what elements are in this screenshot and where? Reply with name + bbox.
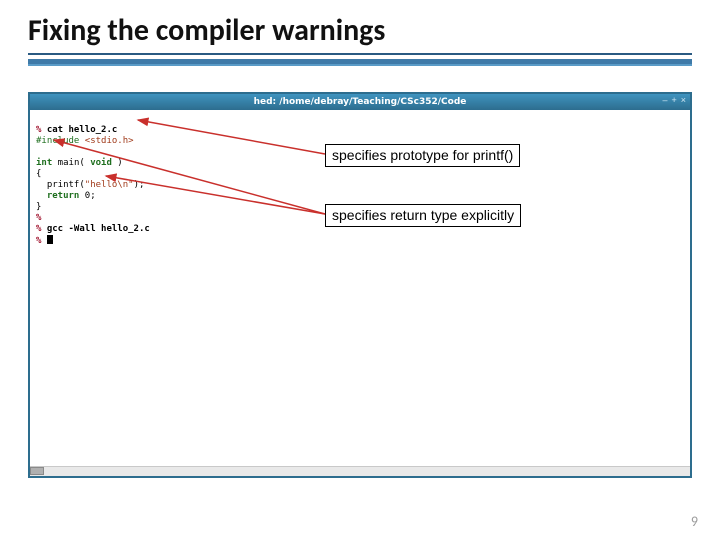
window-title: hed: /home/debray/Teaching/CSc352/Code: [254, 98, 467, 107]
window-titlebar: hed: /home/debray/Teaching/CSc352/Code –…: [30, 94, 690, 110]
page-number: 9: [691, 513, 698, 530]
cmd-cat: cat hello_2.c: [47, 125, 117, 135]
prompt-2: %: [36, 213, 41, 223]
kw-int: int: [36, 158, 52, 168]
return-indent: [36, 191, 47, 201]
window-close-icon[interactable]: ×: [681, 96, 686, 105]
scrollbar-thumb[interactable]: [30, 467, 44, 475]
cursor: [47, 235, 53, 244]
include-header: <stdio.h>: [85, 136, 134, 146]
brace-open: {: [36, 169, 41, 179]
window-max-icon[interactable]: +: [671, 96, 676, 105]
prompt: %: [36, 125, 47, 135]
annotation-return-type: specifies return type explicitly: [325, 204, 521, 227]
printf-call-b: );: [134, 180, 145, 190]
horizontal-scrollbar[interactable]: [30, 466, 690, 476]
kw-return: return: [47, 191, 80, 201]
title-underline: [28, 53, 692, 67]
brace-close: }: [36, 202, 41, 212]
kw-void: void: [90, 158, 112, 168]
cmd-gcc: gcc -Wall hello_2.c: [47, 224, 150, 234]
printf-call-a: printf(: [36, 180, 85, 190]
prompt-4: %: [36, 236, 47, 246]
main-close: ): [112, 158, 123, 168]
main-open: main(: [52, 158, 90, 168]
window-min-icon[interactable]: –: [662, 96, 667, 105]
return-val: 0;: [79, 191, 95, 201]
slide-title: Fixing the compiler warnings: [28, 12, 385, 49]
annotation-printf-prototype: specifies prototype for printf(): [325, 144, 520, 167]
prompt-3: %: [36, 224, 47, 234]
string-literal: "hello\n": [85, 180, 134, 190]
include-directive: #include: [36, 136, 85, 146]
